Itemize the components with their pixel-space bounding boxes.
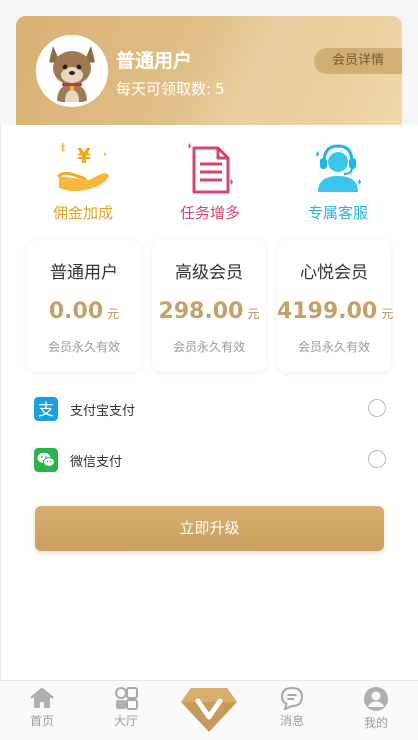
wechat-radio[interactable] bbox=[368, 450, 386, 468]
tab-label: 首页 bbox=[29, 714, 54, 728]
wechat-icon bbox=[34, 448, 58, 472]
tab-label: 消息 bbox=[279, 714, 304, 728]
plan-validity: 会员永久有效 bbox=[297, 340, 370, 354]
svg-text:支: 支 bbox=[38, 400, 54, 419]
feature-list: ¥ 佣金加成 任务增多 专属客服 bbox=[0, 138, 418, 230]
avatar[interactable] bbox=[36, 35, 108, 107]
tab-messages[interactable]: 消息 bbox=[262, 686, 322, 729]
plan-price-row: 298.00 元 bbox=[152, 299, 266, 324]
daily-quota: 每天可领取数: 5 bbox=[116, 78, 225, 99]
hall-grid-icon bbox=[115, 687, 138, 710]
feature-label: 专属客服 bbox=[307, 204, 368, 222]
plan-name: 普通用户 bbox=[50, 263, 118, 283]
tab-mine[interactable]: 我的 bbox=[346, 686, 406, 731]
member-details-button[interactable]: 会员详情 bbox=[314, 48, 402, 74]
payment-option-wechat[interactable]: 微信支付 bbox=[34, 447, 386, 473]
feature-more-tasks: 任务增多 bbox=[150, 138, 270, 223]
plan-price-unit: 元 bbox=[381, 307, 394, 321]
plan-validity: 会员永久有效 bbox=[47, 340, 120, 354]
plan-price-row: 4199.00 元 bbox=[277, 299, 394, 324]
alipay-icon: 支 bbox=[34, 397, 58, 421]
vip-diamond-icon bbox=[181, 688, 237, 732]
home-icon bbox=[30, 687, 54, 708]
payment-label: 支付宝支付 bbox=[70, 404, 136, 419]
tab-home[interactable]: 首页 bbox=[12, 686, 72, 729]
tab-label: 大厅 bbox=[113, 714, 138, 728]
member-card: 普通用户 每天可领取数: 5 会员详情 bbox=[16, 16, 402, 125]
plan-price-unit: 元 bbox=[107, 307, 120, 321]
feature-label: 任务增多 bbox=[179, 204, 240, 222]
alipay-radio[interactable] bbox=[368, 399, 386, 417]
profile-icon bbox=[364, 687, 388, 711]
payment-option-alipay[interactable]: 支 支付宝支付 bbox=[34, 396, 386, 422]
customer-service-icon bbox=[316, 144, 361, 192]
svg-text:¥: ¥ bbox=[77, 144, 91, 168]
document-list-icon bbox=[188, 143, 233, 194]
plan-validity: 会员永久有效 bbox=[172, 340, 245, 354]
message-icon bbox=[280, 686, 304, 710]
feature-commission-bonus: ¥ 佣金加成 bbox=[23, 138, 143, 223]
daily-quota-label: 每天可领取数: bbox=[116, 80, 212, 98]
tab-hall[interactable]: 大厅 bbox=[96, 686, 156, 729]
plan-name: 高级会员 bbox=[175, 263, 243, 283]
hand-coin-icon: ¥ bbox=[57, 142, 109, 191]
plan-price-row: 0.00 元 bbox=[27, 299, 141, 324]
plan-price-unit: 元 bbox=[247, 307, 260, 321]
plan-name: 心悦会员 bbox=[300, 263, 368, 283]
tab-label: 我的 bbox=[363, 716, 388, 730]
dog-avatar-icon bbox=[39, 38, 105, 104]
plan-price: 0.00 bbox=[48, 299, 104, 324]
plan-price: 298.00 bbox=[158, 299, 244, 324]
plan-card-senior[interactable]: 高级会员 298.00 元 会员永久有效 bbox=[152, 240, 266, 372]
plan-card-xinyue[interactable]: 心悦会员 4199.00 元 会员永久有效 bbox=[277, 240, 394, 372]
feature-label: 佣金加成 bbox=[52, 204, 113, 222]
upgrade-now-button[interactable]: 立即升级 bbox=[35, 506, 384, 551]
plan-card-regular[interactable]: 普通用户 0.00 元 会员永久有效 bbox=[27, 240, 141, 372]
daily-quota-value: 5 bbox=[215, 80, 225, 98]
payment-label: 微信支付 bbox=[70, 455, 123, 470]
feature-exclusive-service: 专属客服 bbox=[278, 138, 398, 223]
user-level-name: 普通用户 bbox=[116, 50, 193, 72]
tab-vip[interactable] bbox=[181, 684, 237, 734]
plan-price: 4199.00 bbox=[277, 299, 378, 324]
